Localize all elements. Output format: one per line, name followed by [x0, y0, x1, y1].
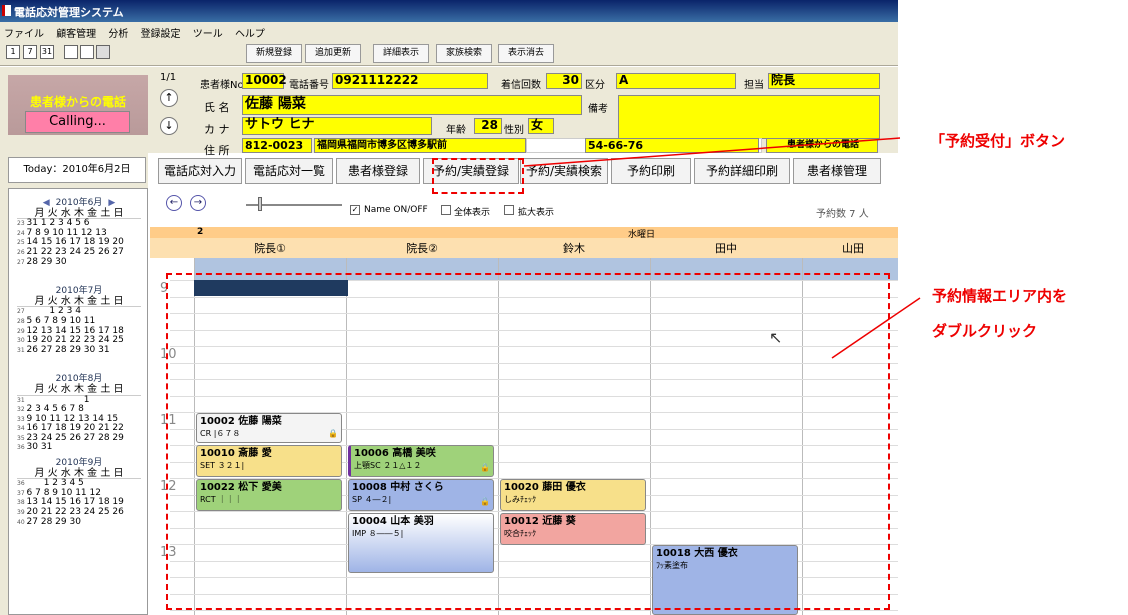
annotation-button-label: 「予約受付」ボタン: [930, 132, 1066, 150]
annotation-line-area: [831, 297, 921, 359]
annotation-lines: [523, 137, 921, 359]
annotation-area-label-1: 予約情報エリア内を: [932, 287, 1068, 305]
annotation-line-button: [523, 137, 901, 167]
annotation-area-label-2: ダブルクリック: [932, 322, 1038, 340]
